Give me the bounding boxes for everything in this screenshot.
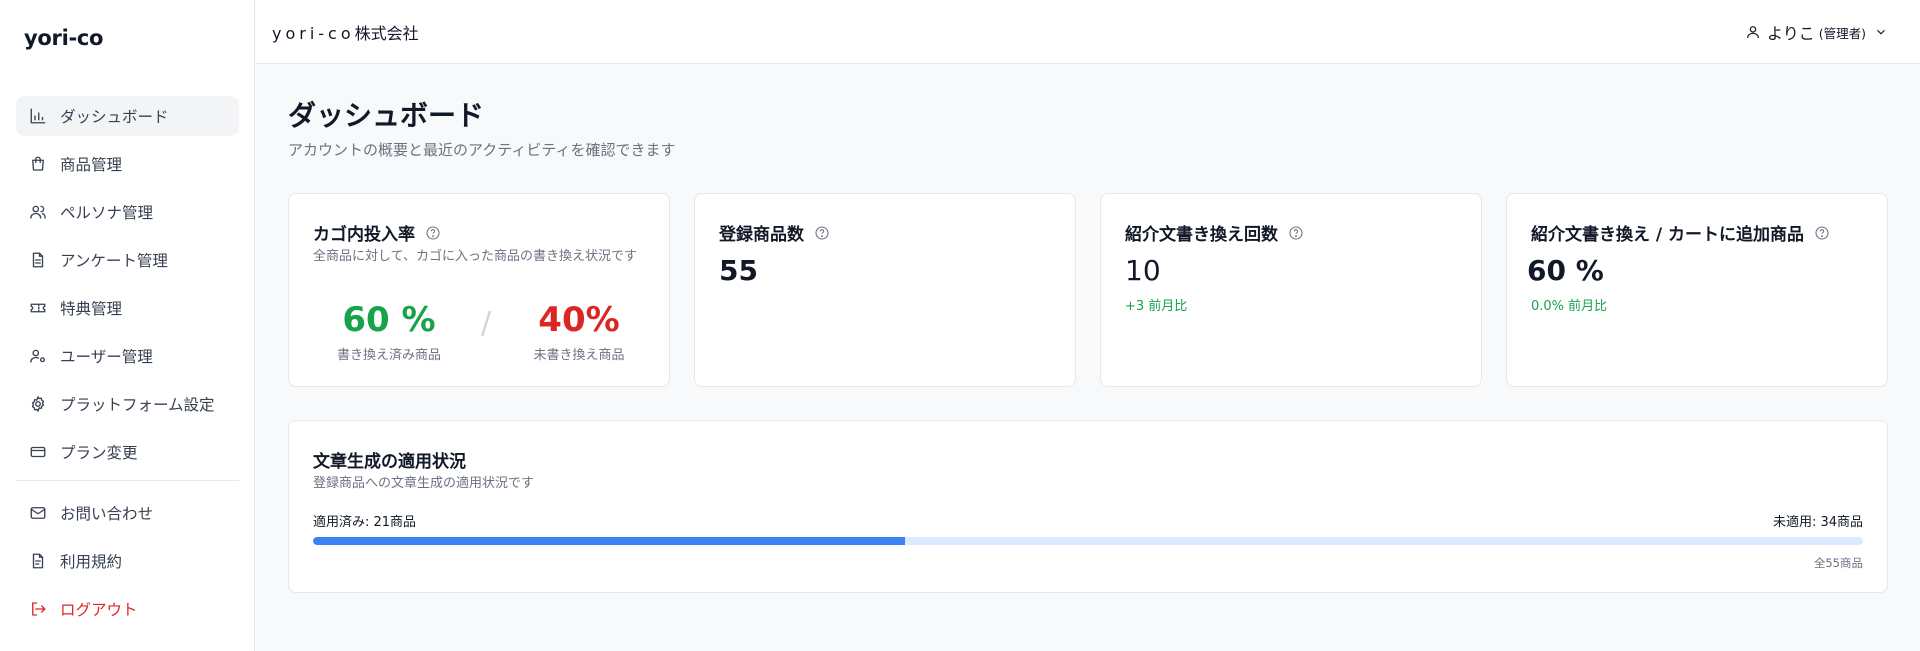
sidebar-item-products[interactable]: 商品管理: [16, 144, 239, 184]
application-status-card: 文章生成の適用状況 登録商品への文章生成の適用状況です 適用済み: 21商品 未…: [288, 420, 1888, 593]
chevron-down-icon: [1866, 25, 1888, 39]
rewrite-ratio-value: 60 %: [1527, 254, 1604, 287]
user-cog-icon: [28, 346, 48, 366]
sidebar-item-label: プラットフォーム設定: [60, 396, 215, 414]
rewrite-count-card: 紹介文書き換え回数 10 +3 前月比: [1100, 193, 1482, 387]
sidebar-item-dashboard[interactable]: ダッシュボード: [16, 96, 239, 136]
card-title-text: 紹介文書き換え / カートに追加商品: [1531, 225, 1805, 245]
logout-icon: [28, 599, 48, 619]
sidebar-item-label: アンケート管理: [60, 252, 168, 270]
sidebar-item-label: お問い合わせ: [60, 505, 154, 523]
brand-logo[interactable]: yori-co: [24, 26, 103, 50]
percent-separator: /: [481, 306, 492, 341]
company-name-suffix: 株式会社: [354, 24, 419, 43]
sidebar-item-platform-settings[interactable]: プラットフォーム設定: [16, 384, 239, 424]
gear-icon: [28, 394, 48, 414]
sidebar-item-label: ユーザー管理: [60, 348, 153, 366]
card-description: 登録商品への文章生成の適用状況です: [313, 476, 535, 491]
card-title: 文章生成の適用状況: [313, 452, 466, 472]
registered-products-value: 55: [719, 254, 758, 287]
card-description: 全商品に対して、カゴに入った商品の書き換え状況です: [313, 249, 637, 264]
sidebar-item-contact[interactable]: お問い合わせ: [16, 493, 239, 533]
page-title: ダッシュボード: [288, 99, 485, 132]
sidebar-item-label: プラン変更: [60, 444, 138, 462]
card-title-text: 紹介文書き換え回数: [1125, 225, 1278, 245]
not-rewritten-label: 未書き換え商品: [533, 348, 625, 363]
total-products-label: 全55商品: [1813, 556, 1863, 570]
card-title: カゴ内投入率: [313, 220, 441, 245]
sidebar-item-label: ログアウト: [60, 601, 138, 619]
sidebar-item-label: 利用規約: [60, 553, 123, 571]
card-title: 登録商品数: [719, 220, 830, 245]
sidebar-divider: [16, 480, 239, 481]
cart-rate-card: カゴ内投入率 全商品に対して、カゴに入った商品の書き換え状況です 60 % / …: [288, 193, 670, 387]
applied-count-label: 適用済み: 21商品: [313, 515, 417, 530]
company-name-latin: yori-co: [272, 24, 355, 43]
rewritten-label: 書き換え済み商品: [336, 348, 441, 363]
help-icon[interactable]: [425, 225, 441, 241]
top-header: yori-co株式会社 よりこ (管理者): [256, 0, 1920, 64]
ticket-icon: [28, 298, 48, 318]
card-title: 紹介文書き換え / カートに追加商品: [1531, 220, 1830, 245]
bar-chart-icon: [28, 106, 48, 126]
help-icon[interactable]: [1814, 225, 1830, 241]
sidebar-item-label: ダッシュボード: [60, 108, 169, 126]
rewrite-ratio-card: 紹介文書き換え / カートに追加商品 60 % 0.0% 前月比: [1506, 193, 1888, 387]
sidebar-nav: ダッシュボード 商品管理 ペルソナ管理 アンケート管理 特典管理 ユーザー管理 …: [16, 96, 239, 637]
help-icon[interactable]: [814, 225, 830, 241]
rewrite-count-value: 10: [1125, 254, 1161, 287]
card-title-text: カゴ内投入率: [313, 225, 415, 245]
sidebar-item-plan-change[interactable]: プラン変更: [16, 432, 239, 472]
unapplied-count-label: 未適用: 34商品: [1772, 515, 1863, 530]
application-progress-fill: [313, 537, 906, 545]
help-icon[interactable]: [1288, 225, 1304, 241]
file-text-icon: [28, 250, 48, 270]
sidebar-item-label: ペルソナ管理: [60, 204, 154, 222]
user-name: よりこ: [1767, 24, 1815, 43]
users-icon: [28, 202, 48, 222]
not-rewritten-percent: 40%: [538, 300, 620, 340]
rewrite-count-delta: +3 前月比: [1125, 299, 1188, 314]
sidebar-item-logout[interactable]: ログアウト: [16, 589, 239, 629]
card-title: 紹介文書き換え回数: [1125, 220, 1304, 245]
company-name: yori-co株式会社: [272, 20, 419, 44]
sidebar-item-personas[interactable]: ペルソナ管理: [16, 192, 239, 232]
user-role: (管理者): [1818, 25, 1866, 41]
sidebar-item-label: 特典管理: [60, 300, 123, 318]
sidebar-item-users[interactable]: ユーザー管理: [16, 336, 239, 376]
sidebar-item-label: 商品管理: [60, 156, 123, 174]
sidebar-item-surveys[interactable]: アンケート管理: [16, 240, 239, 280]
rewritten-percent: 60 %: [342, 300, 436, 340]
page-subtitle: アカウントの概要と最近のアクティビティを確認できます: [288, 141, 676, 159]
document-icon: [28, 551, 48, 571]
sidebar-item-terms[interactable]: 利用規約: [16, 541, 239, 581]
application-progress-bar: [313, 537, 1863, 545]
card-title-text: 登録商品数: [719, 225, 804, 245]
rewrite-ratio-delta: 0.0% 前月比: [1531, 299, 1608, 314]
mail-icon: [28, 503, 48, 523]
credit-card-icon: [28, 442, 48, 462]
sidebar-item-benefits[interactable]: 特典管理: [16, 288, 239, 328]
sidebar: yori-co ダッシュボード 商品管理 ペルソナ管理 アンケート管理 特典管理…: [0, 0, 255, 651]
registered-products-card: 登録商品数 55: [694, 193, 1076, 387]
shopping-bag-icon: [28, 154, 48, 174]
user-menu[interactable]: よりこ (管理者): [1745, 20, 1888, 44]
user-icon: [1745, 24, 1767, 40]
